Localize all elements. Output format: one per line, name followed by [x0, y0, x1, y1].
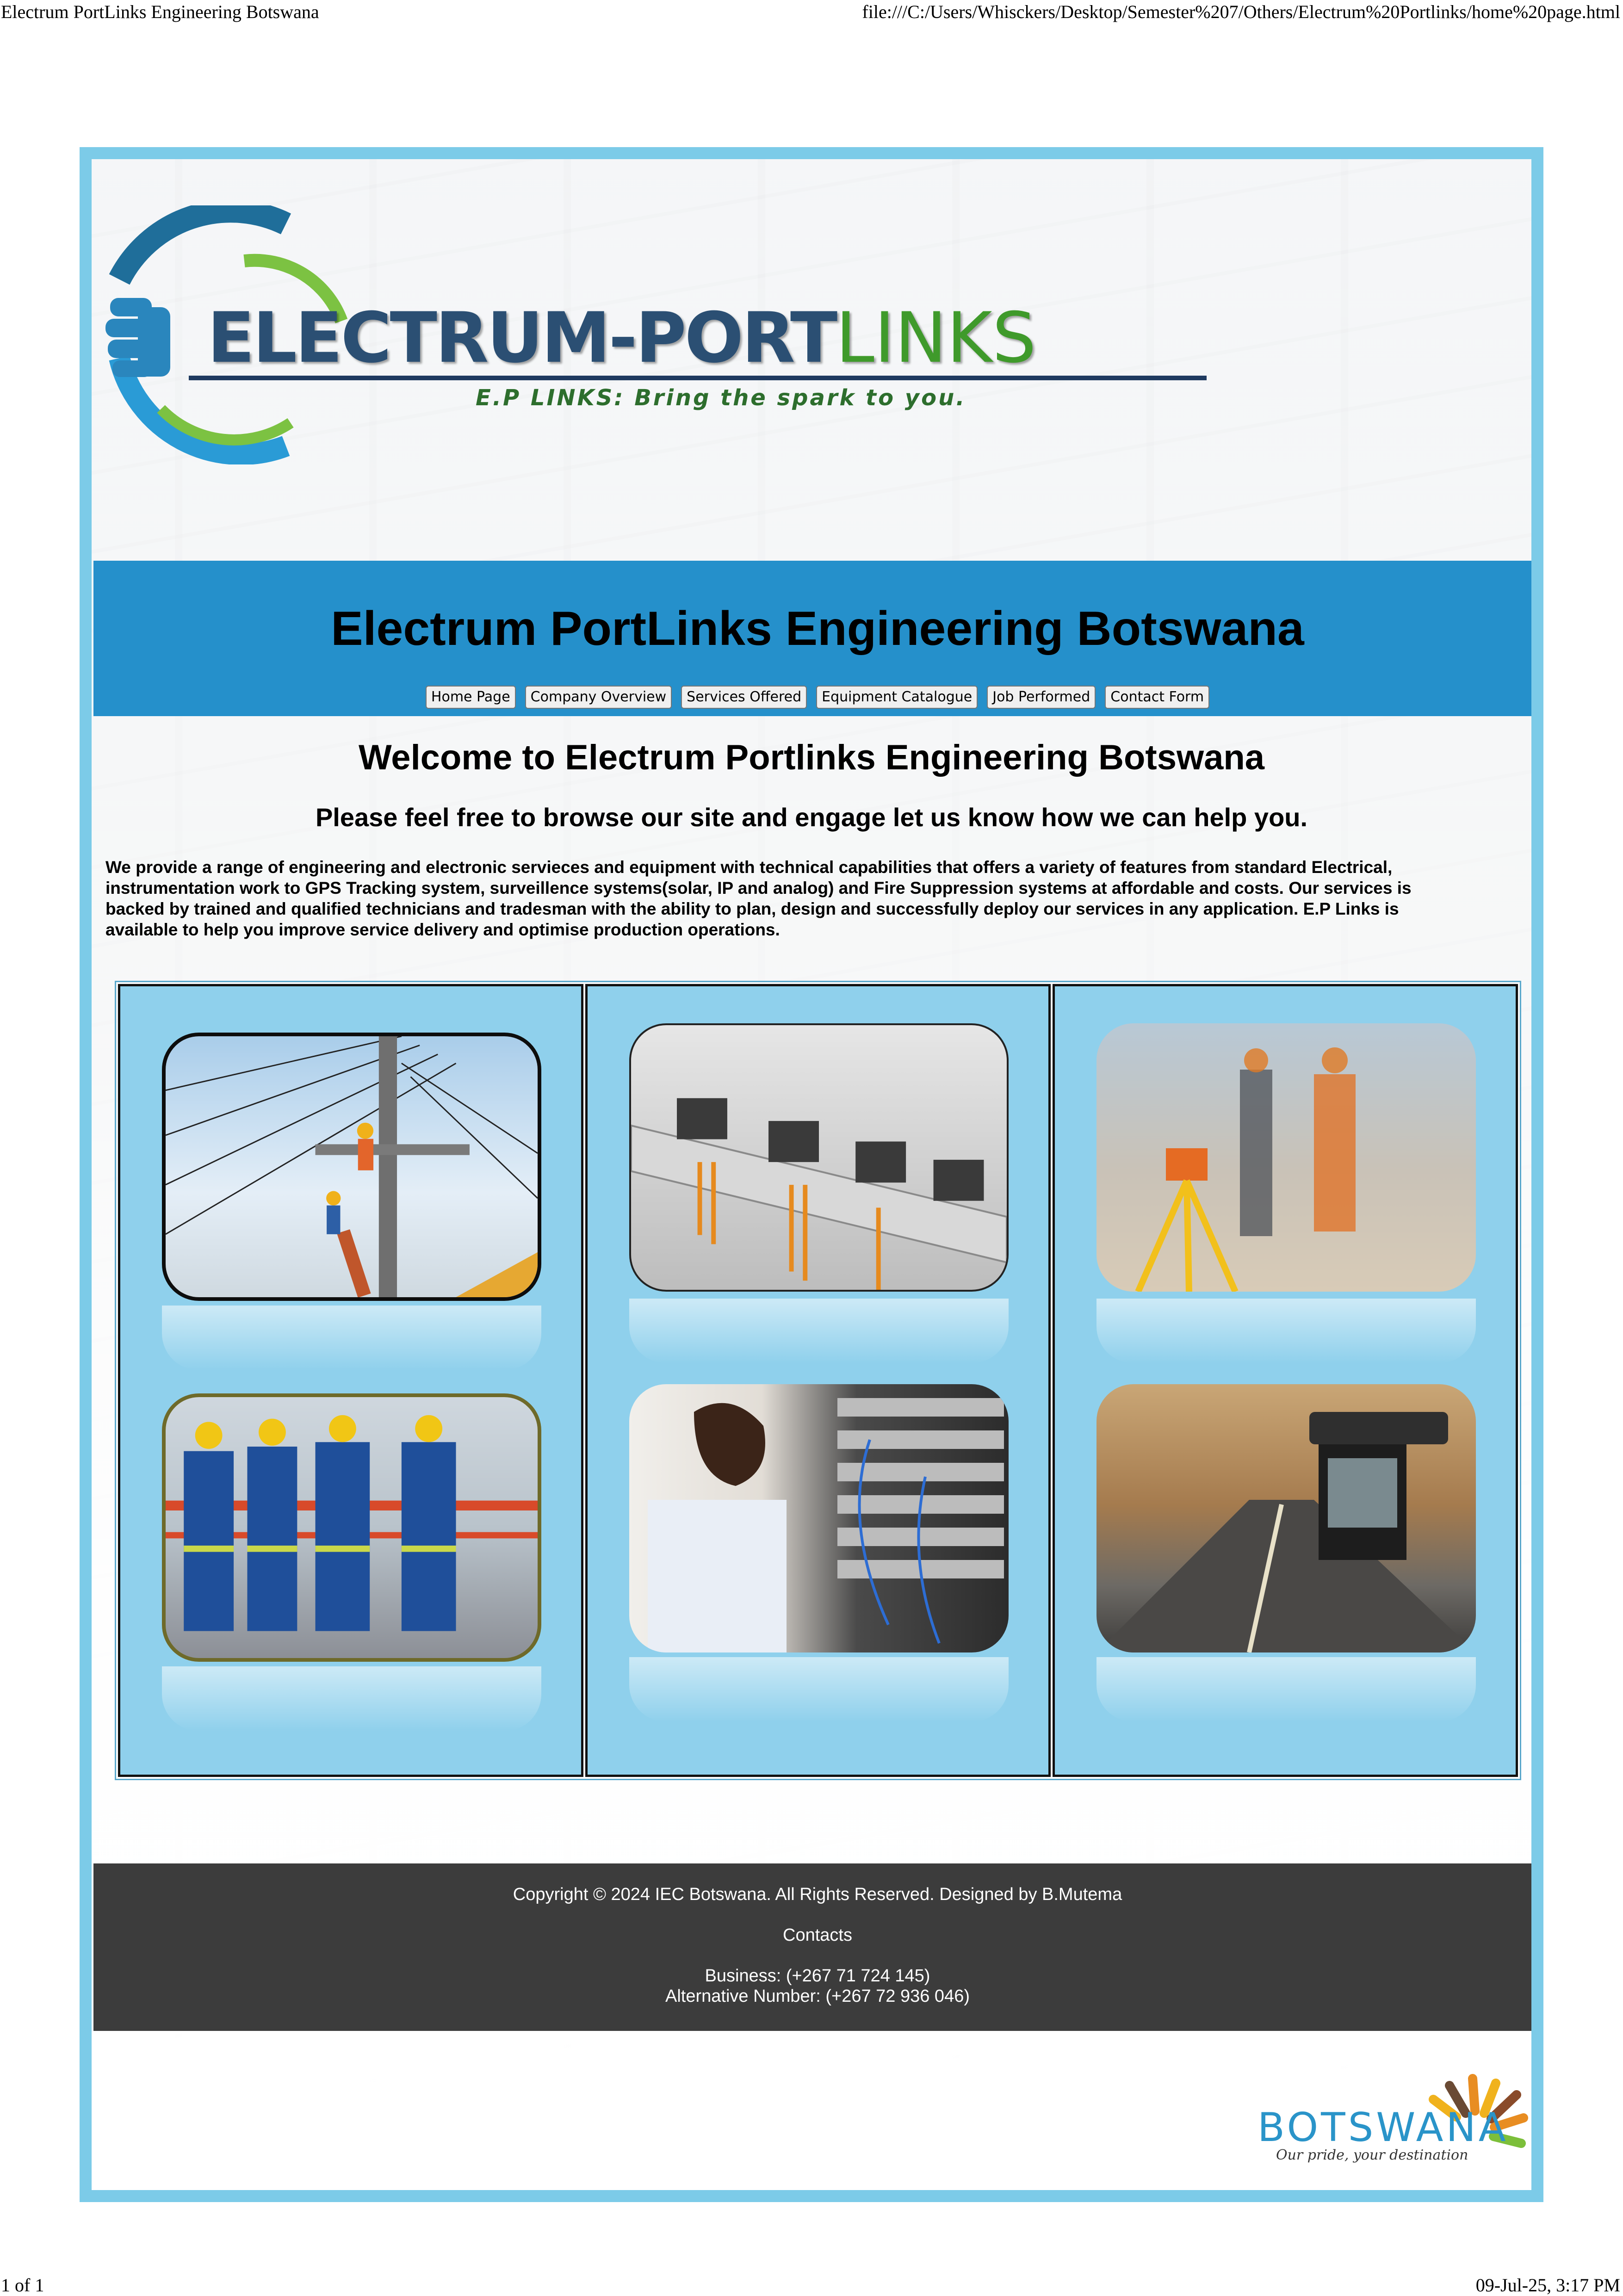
botswana-slogan: Our pride, your destination: [1276, 2147, 1468, 2163]
nav-services-offered[interactable]: Services Offered: [681, 686, 807, 709]
footer-business-phone: Business: (+267 71 724 145): [705, 1966, 930, 1986]
print-footer: 1 of 1 09-Jul-25, 3:17 PM: [0, 2273, 1623, 2296]
gallery-column-2: [585, 984, 1051, 1777]
gallery-reflection: [1096, 1299, 1476, 1363]
gallery-reflection: [162, 1666, 541, 1731]
gallery-image-server-rack-technician[interactable]: [629, 1384, 1009, 1652]
logo-brand-accent: LINKS: [836, 298, 1036, 378]
nav-job-performed[interactable]: Job Performed: [987, 686, 1096, 709]
gallery-column-3: [1053, 984, 1518, 1777]
gallery-image-dash-camera[interactable]: [1096, 1384, 1476, 1652]
botswana-word: BOTSWANA: [1258, 2104, 1509, 2151]
nav-equipment-catalogue[interactable]: Equipment Catalogue: [816, 686, 978, 709]
nav-company-overview[interactable]: Company Overview: [525, 686, 672, 709]
site-footer: Copyright © 2024 IEC Botswana. All Right…: [93, 1863, 1531, 2031]
site-title: Electrum PortLinks Engineering Botswana: [331, 602, 1304, 656]
page-frame: ELECTRUM-PORTLINKS E.P LINKS: Bring the …: [80, 147, 1543, 2202]
gallery-image-din-rail-terminals[interactable]: [629, 1023, 1009, 1292]
footer-copyright: Copyright © 2024 IEC Botswana. All Right…: [513, 1885, 1122, 1904]
gallery-reflection: [162, 1306, 541, 1370]
gallery-image-workers-in-uniform[interactable]: [162, 1393, 541, 1662]
sun-rays-icon: BOTSWANA Our pride, your destination: [1258, 2074, 1528, 2163]
main-nav: Home Page Company Overview Services Offe…: [93, 686, 1531, 709]
gallery-reflection: [629, 1299, 1009, 1363]
gallery-reflection: [1096, 1657, 1476, 1722]
welcome-subheading: Please feel free to browse our site and …: [315, 803, 1308, 832]
footer-contacts-heading: Contacts: [783, 1925, 852, 1945]
print-url: file:///C:/Users/Whisckers/Desktop/Semes…: [862, 1, 1620, 22]
footer-alternative-phone: Alternative Number: (+267 72 936 046): [665, 1987, 970, 2006]
print-timestamp: 09-Jul-25, 3:17 PM: [1475, 2275, 1620, 2296]
intro-paragraph: We provide a range of engineering and el…: [105, 858, 1412, 939]
print-page-title: Electrum PortLinks Engineering Botswana: [1, 1, 319, 22]
nav-contact-form[interactable]: Contact Form: [1105, 686, 1210, 709]
print-page-count: 1 of 1: [1, 2275, 44, 2296]
logo-tagline: E.P LINKS: Bring the spark to you.: [476, 385, 966, 411]
logo-wordmark: ELECTRUM-PORTLINKS: [207, 298, 1036, 378]
nav-home-page[interactable]: Home Page: [425, 686, 516, 709]
photo-gallery: [115, 981, 1521, 1780]
logo-brand-main: ELECTRUM-PORT: [207, 298, 837, 378]
print-header: Electrum PortLinks Engineering Botswana …: [0, 0, 1623, 22]
logo-underline: [189, 376, 1207, 380]
gallery-image-power-line-workers[interactable]: [162, 1033, 541, 1301]
welcome-heading: Welcome to Electrum Portlinks Engineerin…: [358, 738, 1265, 777]
site-logo[interactable]: ELECTRUM-PORTLINKS E.P LINKS: Bring the …: [92, 159, 1531, 562]
gallery-column-1: [118, 984, 583, 1777]
botswana-tourism-logo: BOTSWANA Our pride, your destination: [1258, 2067, 1531, 2164]
gallery-image-surveyor-tripod[interactable]: [1096, 1023, 1476, 1292]
gallery-reflection: [629, 1657, 1009, 1722]
site-header: Electrum PortLinks Engineering Botswana …: [93, 561, 1531, 716]
